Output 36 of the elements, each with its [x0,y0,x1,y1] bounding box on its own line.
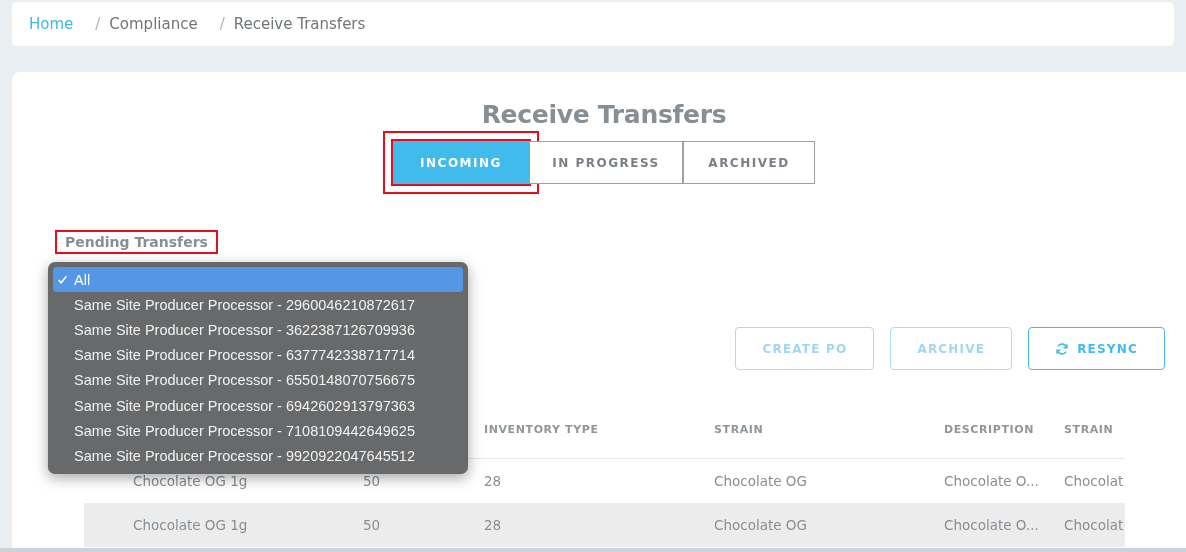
dropdown-option[interactable]: Same Site Producer Processor - 6377742338717714 [53,342,463,368]
dropdown-option[interactable]: Same Site Producer Processor - 9920922047645512 [53,443,463,469]
dropdown-option[interactable]: Same Site Producer Processor - 2960046210872617 [53,292,463,318]
table-cell: 50 [363,517,381,533]
check-icon [57,274,68,286]
column-header: DESCRIPTION [944,422,1035,436]
tab[interactable]: IN PROGRESS [529,141,683,184]
tab[interactable]: ARCHIVED [683,141,815,184]
breadcrumb-link[interactable]: Home [29,15,74,33]
refresh-icon [1055,341,1070,356]
page-title: Receive Transfers [480,99,728,129]
dropdown-option[interactable]: Same Site Producer Processor - 6942602913797363 [53,392,463,419]
column-header: INVENTORY TYPE [484,422,599,436]
breadcrumb-item: Compliance [109,15,198,33]
table-cell: Chocolat [1064,473,1124,489]
breadcrumb-item: Receive Transfers [233,15,366,33]
table-cell: 28 [484,517,502,533]
table-cell: Chocolate OG 1g [133,473,248,489]
dropdown-option[interactable]: All [53,267,463,293]
table-cell: Chocolate OG [714,473,807,489]
table-cell: Chocolate O... [944,473,1039,489]
table-cell: 50 [363,473,381,489]
table-cell: 28 [484,473,502,489]
breadcrumb-separator: / [219,15,225,33]
filter-label: Pending Transfers [57,232,216,252]
dropdown-option[interactable]: Same Site Producer Processor - 7108109442649625 [53,418,463,444]
column-header: STRAIN [1064,422,1114,436]
table-cell: Chocolate O... [944,517,1039,533]
column-header: STRAIN [714,422,764,436]
table-cell: Chocolat [1064,517,1124,533]
resync-button[interactable]: RESYNC [1028,327,1165,370]
table-cell: Chocolate OG [714,517,807,533]
dropdown-option[interactable]: Same Site Producer Processor - 6550148070756675 [53,367,463,393]
table-cell: Chocolate OG 1g [133,517,248,533]
breadcrumb-separator: / [95,15,101,33]
dropdown-option[interactable]: Same Site Producer Processor - 3622387126709936 [53,317,463,343]
